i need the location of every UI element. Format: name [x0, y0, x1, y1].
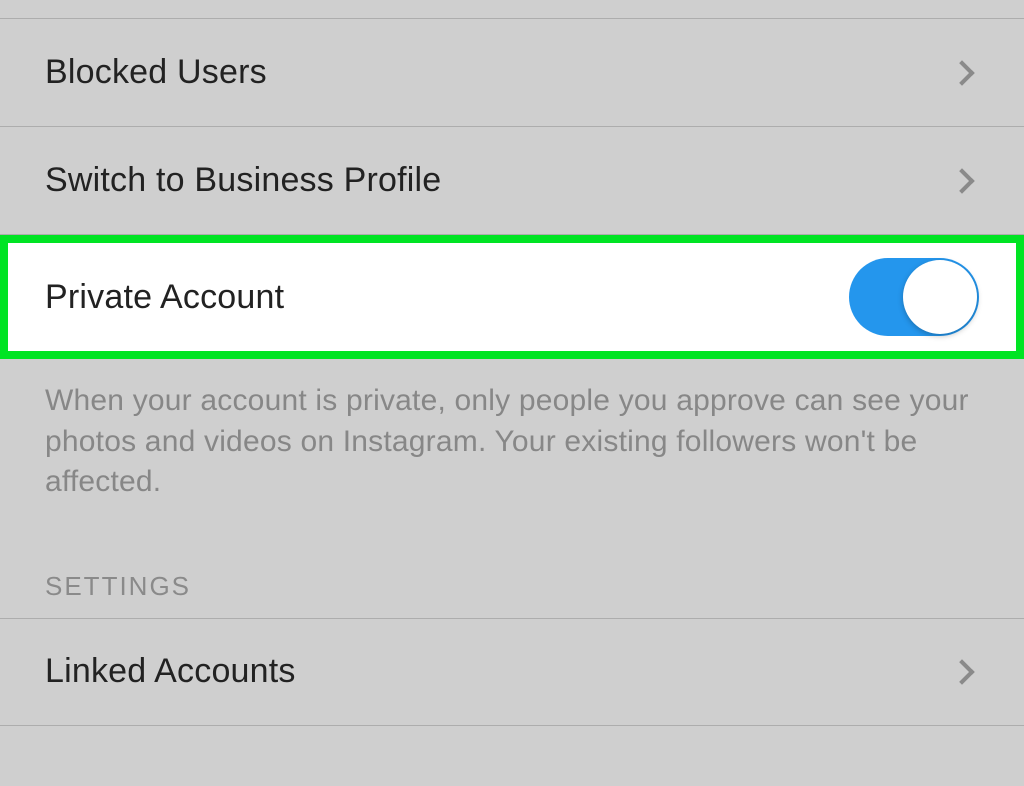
row-label-linked-accounts: Linked Accounts — [45, 652, 296, 691]
private-account-description: When your account is private, only peopl… — [0, 359, 1024, 513]
private-account-toggle[interactable] — [849, 258, 979, 336]
section-header-settings: SETTINGS — [0, 513, 1024, 618]
row-blocked-users[interactable]: Blocked Users — [0, 18, 1024, 126]
chevron-right-icon — [949, 60, 974, 85]
toggle-knob — [903, 260, 977, 334]
row-label-blocked-users: Blocked Users — [45, 53, 267, 92]
row-label-private-account: Private Account — [45, 278, 284, 317]
settings-list: Blocked Users Switch to Business Profile… — [0, 18, 1024, 726]
row-linked-accounts[interactable]: Linked Accounts — [0, 618, 1024, 726]
row-label-switch-business: Switch to Business Profile — [45, 161, 441, 200]
highlight-box: Private Account — [0, 234, 1024, 359]
chevron-right-icon — [949, 659, 974, 684]
row-switch-business[interactable]: Switch to Business Profile — [0, 126, 1024, 234]
row-private-account[interactable]: Private Account — [8, 243, 1016, 351]
chevron-right-icon — [949, 168, 974, 193]
